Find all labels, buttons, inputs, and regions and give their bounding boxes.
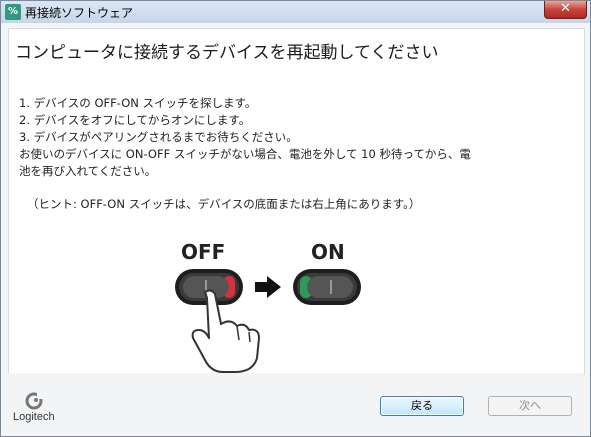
- logo-wordmark: Logitech: [13, 411, 55, 423]
- back-button[interactable]: 戻る: [380, 396, 464, 416]
- window-title: 再接続ソフトウェア: [25, 6, 134, 20]
- close-button[interactable]: ✕: [544, 1, 587, 19]
- arrow-right-icon: [255, 276, 281, 298]
- on-switch: [293, 269, 361, 305]
- instruction-step: 1. デバイスの OFF-ON スイッチを探します。: [19, 96, 257, 110]
- title-bar[interactable]: % 再接続ソフトウェア ✕: [1, 1, 590, 23]
- hint-text: （ヒント: OFF-ON スイッチは、デバイスの底面または右上角にあります。）: [27, 197, 421, 211]
- page-heading: コンピュータに接続するデバイスを再起動してください: [15, 43, 439, 63]
- footer-bar: Logitech 戻る 次へ: [8, 373, 583, 433]
- next-button[interactable]: 次へ: [488, 396, 572, 416]
- content-panel: コンピュータに接続するデバイスを再起動してください 1. デバイスの OFF-O…: [8, 28, 585, 375]
- instruction-list: 1. デバイスの OFF-ON スイッチを探します。 2. デバイスをオフにして…: [19, 95, 471, 180]
- instruction-step: 2. デバイスをオフにしてからオンにします。: [19, 113, 251, 127]
- instruction-step: 3. デバイスがペアリングされるまでお待ちください。: [19, 130, 298, 144]
- dialog-window: % 再接続ソフトウェア ✕ コンピュータに接続するデバイスを再起動してください …: [0, 0, 591, 437]
- logitech-logo-icon: [25, 391, 45, 410]
- switch-illustration: OFF ON: [175, 240, 361, 373]
- on-label: ON: [311, 240, 345, 264]
- instruction-note-cont: 池を再び入れてください。: [19, 164, 157, 178]
- instruction-note: お使いのデバイスに ON-OFF スイッチがない場合、電池を外して 10 秒待っ…: [19, 147, 471, 161]
- off-label: OFF: [181, 240, 225, 264]
- app-icon: %: [5, 4, 21, 20]
